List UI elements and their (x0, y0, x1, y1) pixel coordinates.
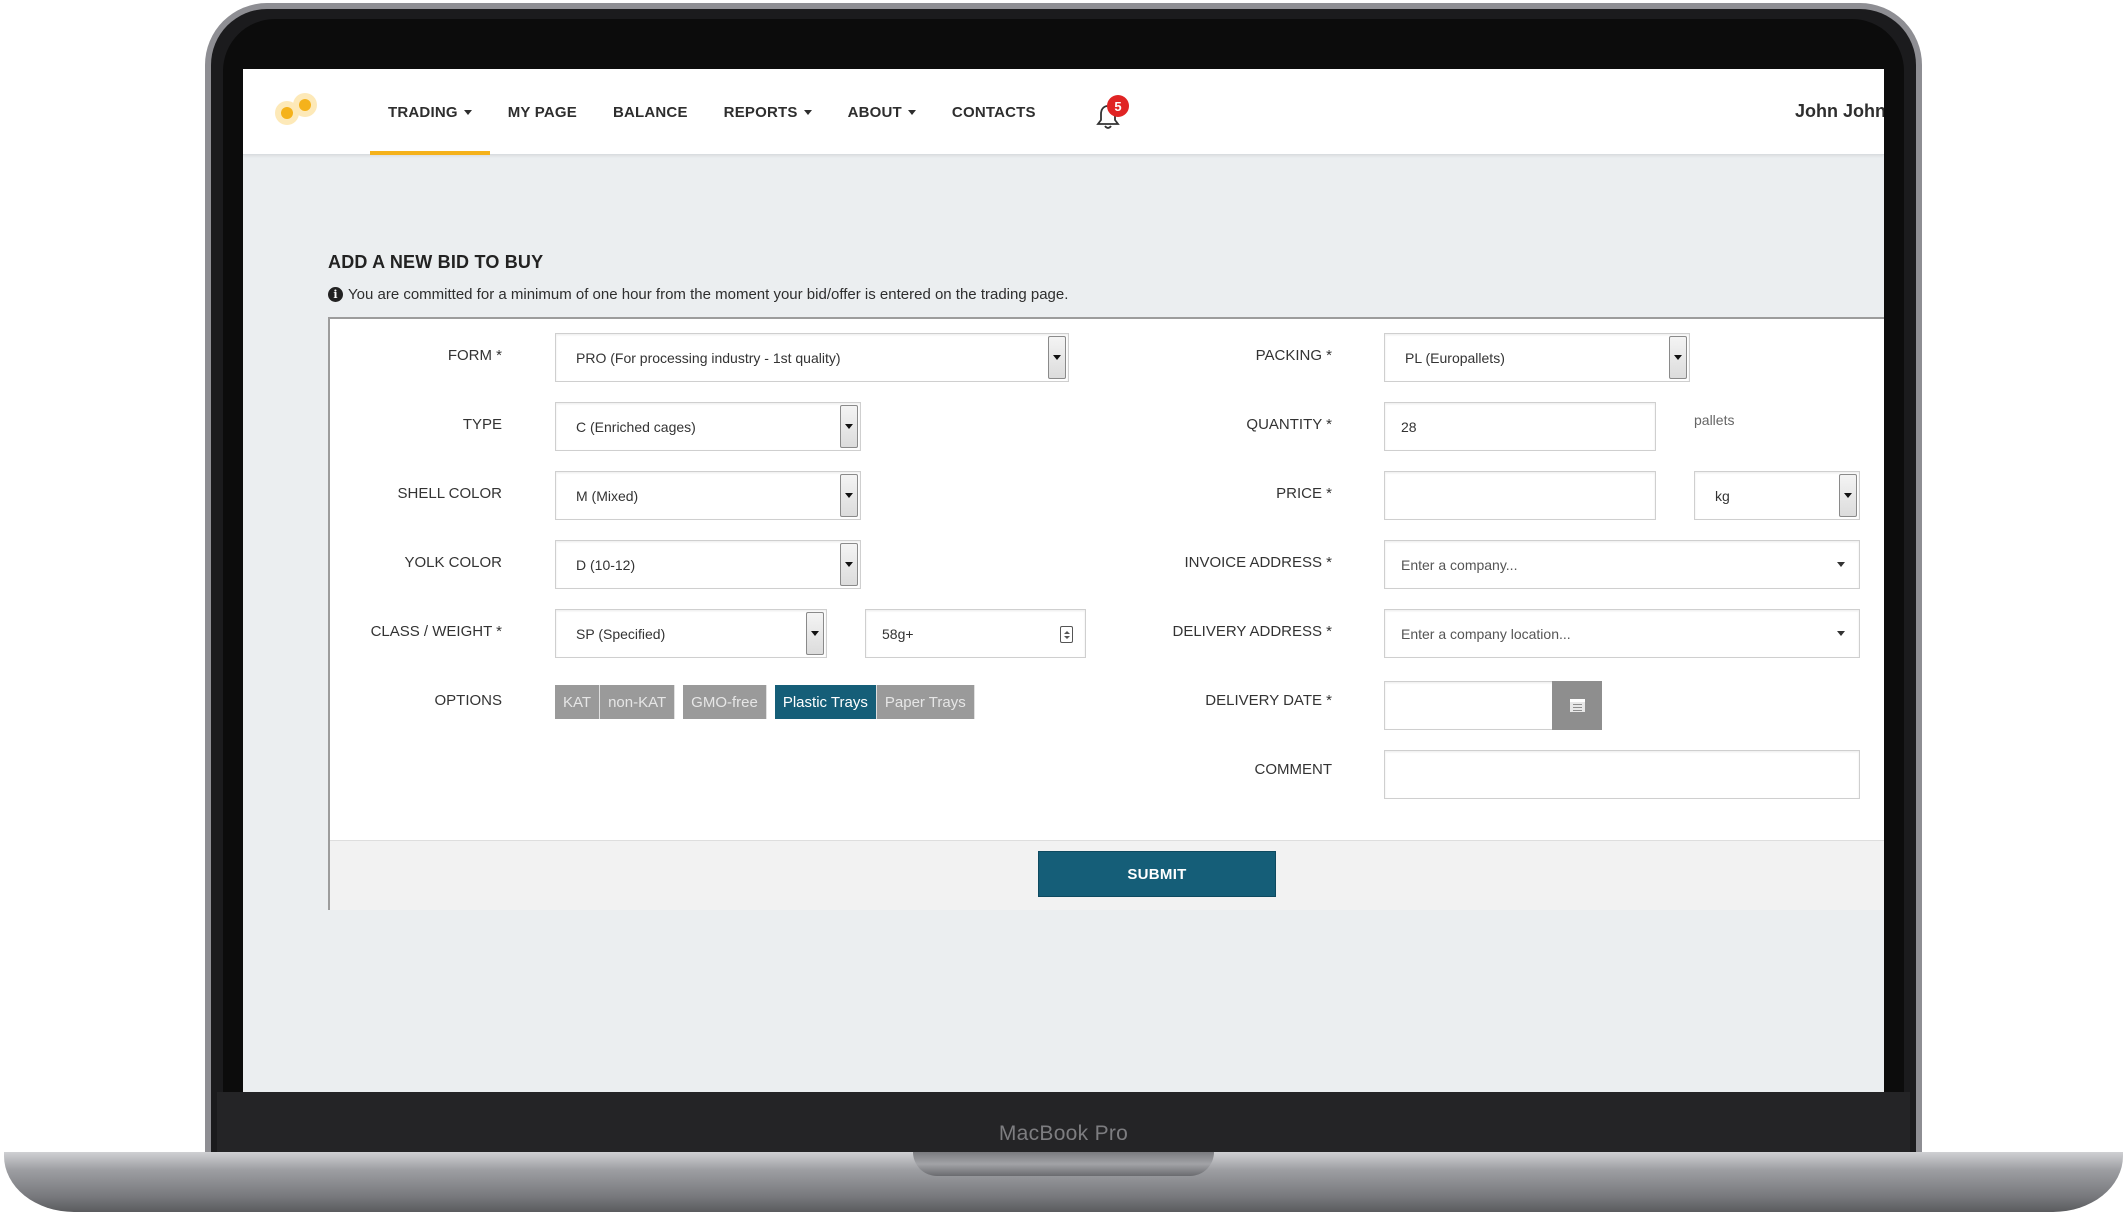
chevron-down-icon[interactable] (840, 405, 858, 448)
chevron-down-icon[interactable] (1048, 336, 1066, 379)
caret-down-icon[interactable] (1837, 631, 1845, 636)
delivery-address-label: DELIVERY ADDRESS * (1172, 623, 1332, 640)
type-select[interactable]: C (Enriched cages) (555, 402, 861, 451)
shell-color-label: SHELL COLOR (397, 485, 502, 502)
chevron-down-icon[interactable] (806, 612, 824, 655)
calendar-button[interactable] (1552, 681, 1602, 730)
notification-count-badge: 5 (1107, 95, 1129, 117)
eggs-logo-icon[interactable] (273, 93, 319, 127)
laptop-notch (913, 1152, 1214, 1176)
quantity-unit: pallets (1694, 412, 1735, 428)
option-paper-trays[interactable]: Paper Trays (876, 685, 975, 719)
laptop-brand-label: MacBook Pro (998, 1122, 1129, 1145)
form-label: FORM * (447, 347, 502, 364)
invoice-address-combobox[interactable]: Enter a company... (1384, 540, 1860, 589)
options-toggle-group: KAT non-KAT GMO-free Plastic Trays Paper… (555, 685, 975, 719)
info-icon: i (328, 287, 343, 302)
commitment-notice: i You are committed for a minimum of one… (328, 286, 1068, 303)
class-weight-label: CLASS / WEIGHT * (370, 623, 502, 640)
delivery-date-label: DELIVERY DATE * (1205, 692, 1332, 709)
caret-down-icon (907, 109, 916, 115)
calendar-icon (1569, 699, 1585, 712)
bid-form: FORM * PRO (For processing industry - 1s… (328, 317, 1884, 910)
caret-down-icon (803, 109, 812, 115)
notifications-button[interactable]: 5 (1091, 93, 1129, 133)
packing-label: PACKING * (1255, 347, 1332, 364)
nav-item-trading[interactable]: TRADING (370, 69, 490, 155)
app-screen: TRADING MY PAGE BALANCE REPORTS ABOUT CO… (243, 69, 1884, 1092)
quantity-input[interactable]: 28 (1384, 402, 1656, 451)
chevron-down-icon[interactable] (840, 543, 858, 586)
quantity-label: QUANTITY * (1246, 416, 1332, 433)
option-non-kat[interactable]: non-KAT (600, 685, 676, 719)
yolk-color-select[interactable]: D (10-12) (555, 540, 861, 589)
user-menu[interactable]: John John (1795, 101, 1884, 122)
price-label: PRICE * (1276, 485, 1332, 502)
top-navbar: TRADING MY PAGE BALANCE REPORTS ABOUT CO… (243, 69, 1884, 155)
delivery-address-combobox[interactable]: Enter a company location... (1384, 609, 1860, 658)
chevron-down-icon[interactable] (1669, 336, 1687, 379)
caret-down-icon (463, 109, 472, 115)
delivery-date-input[interactable] (1384, 681, 1572, 730)
page-title: ADD A NEW BID TO BUY (328, 252, 544, 272)
caret-down-icon[interactable] (1837, 562, 1845, 567)
form-select[interactable]: PRO (For processing industry - 1st quali… (555, 333, 1069, 382)
price-unit-select[interactable]: kg (1694, 471, 1860, 520)
type-label: TYPE (462, 416, 502, 433)
nav-item-my-page[interactable]: MY PAGE (490, 69, 595, 155)
nav-item-about[interactable]: ABOUT (830, 69, 934, 155)
nav-item-balance[interactable]: BALANCE (595, 69, 706, 155)
main-nav: TRADING MY PAGE BALANCE REPORTS ABOUT CO… (370, 69, 1054, 155)
submit-button[interactable]: SUBMIT (1038, 851, 1276, 897)
invoice-address-label: INVOICE ADDRESS * (1184, 554, 1332, 571)
option-plastic-trays[interactable]: Plastic Trays (774, 685, 877, 719)
option-gmo-free[interactable]: GMO-free (683, 685, 767, 719)
price-input[interactable] (1384, 471, 1656, 520)
class-select[interactable]: SP (Specified) (555, 609, 827, 658)
options-label: OPTIONS (434, 692, 502, 709)
option-kat[interactable]: KAT (555, 685, 601, 719)
spinner-icon[interactable] (1060, 626, 1073, 643)
weight-stepper[interactable]: 58g+ (865, 609, 1086, 658)
yolk-color-label: YOLK COLOR (404, 554, 502, 571)
comment-label: COMMENT (1254, 761, 1333, 778)
packing-select[interactable]: PL (Europallets) (1384, 333, 1690, 382)
nav-item-contacts[interactable]: CONTACTS (934, 69, 1054, 155)
chevron-down-icon[interactable] (1839, 474, 1857, 517)
chevron-down-icon[interactable] (840, 474, 858, 517)
shell-color-select[interactable]: M (Mixed) (555, 471, 861, 520)
comment-input[interactable] (1384, 750, 1860, 799)
nav-item-reports[interactable]: REPORTS (706, 69, 830, 155)
